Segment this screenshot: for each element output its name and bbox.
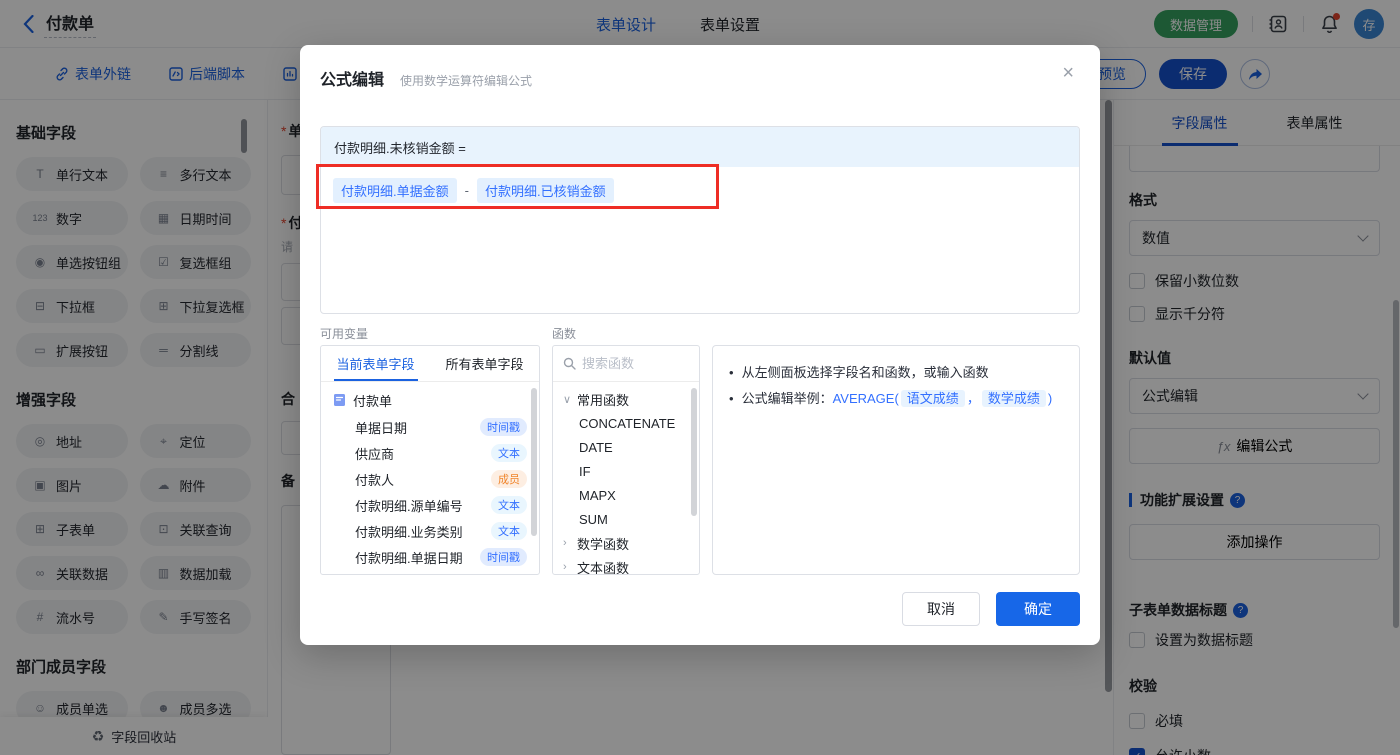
function-item-date[interactable]: DATE — [553, 435, 699, 459]
formula-target: 付款明细.未核销金额 = — [321, 127, 1079, 167]
variable-row[interactable]: 付款明细.业务类别 文本 — [321, 518, 539, 544]
help-panel: • 从左侧面板选择字段名和函数，或输入函数 • 公式编辑举例：AVERAGE(语… — [712, 345, 1080, 575]
chevron-down-icon: ∨ — [563, 393, 572, 406]
variable-name: 供应商 — [355, 446, 395, 462]
variables-label: 可用变量 — [320, 327, 369, 341]
variables-root-node[interactable]: 付款单 — [321, 386, 539, 414]
bullet-icon: • — [729, 365, 734, 380]
example-label: 公式编辑举例： — [741, 391, 833, 406]
modal-footer: 取消 确定 — [902, 592, 1080, 626]
help-tip-2: • 公式编辑举例：AVERAGE(语文成绩，数学成绩) — [729, 386, 1063, 412]
variable-row[interactable]: 付款人 成员 — [321, 466, 539, 492]
variables-panel: 当前表单字段 所有表单字段 付款单 单据日期 时间戳 供应商 文本 付款人 成员 付款… — [320, 345, 540, 575]
variable-row[interactable]: 单据日期 时间戳 — [321, 414, 539, 440]
function-item-mapx[interactable]: MAPX — [553, 483, 699, 507]
confirm-button[interactable]: 确定 — [996, 592, 1080, 626]
chevron-right-icon: › — [563, 561, 567, 573]
search-icon — [563, 357, 576, 370]
chevron-right-icon: › — [563, 537, 567, 549]
function-group-math[interactable]: › 数学函数 — [553, 531, 699, 555]
close-icon[interactable]: × — [1062, 63, 1074, 83]
function-item-concatenate[interactable]: CONCATENATE — [553, 411, 699, 435]
function-group-common[interactable]: ∨ 常用函数 — [553, 387, 699, 411]
root-node-label: 付款单 — [353, 393, 393, 409]
group-label: 数学函数 — [577, 536, 630, 552]
type-badge: 成员 — [491, 470, 527, 488]
tab-current-form-fields[interactable]: 当前表单字段 — [321, 346, 430, 381]
help-text: 从左侧面板选择字段名和函数，或输入函数 — [741, 365, 989, 380]
variables-tabs: 当前表单字段 所有表单字段 — [321, 346, 539, 382]
formula-field-chip[interactable]: 付款明细.单据金额 — [333, 178, 457, 203]
function-search — [553, 346, 699, 382]
group-label: 文本函数 — [577, 560, 630, 575]
formula-operator: - — [464, 183, 469, 198]
functions-label: 函数 — [552, 327, 577, 341]
variable-row[interactable]: 供应商 文本 — [321, 440, 539, 466]
functions-scrollbar-thumb[interactable] — [691, 388, 697, 516]
example-fn-open: AVERAGE( — [832, 391, 899, 406]
example-chip: 数学成绩 — [981, 390, 1046, 407]
app-window: 付款单 表单设计 表单设置 数据管理 存 表单外链 后端脚本 预览 保存 基础字… — [0, 0, 1400, 755]
variables-scrollbar-thumb[interactable] — [531, 388, 537, 536]
type-badge: 文本 — [491, 496, 527, 514]
example-chip: 语文成绩 — [900, 390, 965, 407]
help-example: 公式编辑举例：AVERAGE(语文成绩，数学成绩) — [741, 386, 1053, 412]
variable-name: 付款明细.源单编号 — [355, 498, 463, 514]
cancel-button[interactable]: 取消 — [902, 592, 980, 626]
modal-title: 公式编辑 — [320, 72, 385, 89]
variable-name: 单据日期 — [355, 420, 408, 436]
help-tip-1: • 从左侧面板选择字段名和函数，或输入函数 — [729, 360, 1063, 386]
function-group-text[interactable]: › 文本函数 — [553, 555, 699, 575]
formula-field-chip[interactable]: 付款明细.已核销金额 — [476, 178, 614, 203]
example-comma: ， — [966, 391, 980, 406]
formula-expression[interactable]: 付款明细.单据金额 - 付款明细.已核销金额 — [321, 167, 1079, 214]
tab-all-form-fields[interactable]: 所有表单字段 — [430, 346, 539, 381]
form-doc-icon — [334, 394, 345, 406]
modal-header: 公式编辑 使用数学运算符编辑公式 — [300, 45, 1100, 90]
variable-row[interactable]: 付款明细.源单编号 文本 — [321, 492, 539, 518]
modal-subtitle: 使用数学运算符编辑公式 — [400, 74, 533, 88]
functions-panel: ∨ 常用函数 CONCATENATE DATE IF MAPX SUM › 数学函数… — [552, 345, 700, 575]
function-item-if[interactable]: IF — [553, 459, 699, 483]
variable-name: 付款明细.业务类别 — [355, 524, 463, 540]
type-badge: 时间戳 — [480, 548, 527, 566]
function-item-sum[interactable]: SUM — [553, 507, 699, 531]
formula-edit-modal: 公式编辑 使用数学运算符编辑公式 × 付款明细.未核销金额 = 付款明细.单据金… — [300, 45, 1100, 645]
variable-name: 付款人 — [355, 472, 395, 488]
bullet-icon: • — [729, 391, 734, 406]
variable-name: 付款明细.单据日期 — [355, 550, 463, 566]
function-search-input[interactable] — [582, 356, 682, 371]
type-badge: 时间戳 — [480, 418, 527, 436]
example-fn-close: ) — [1047, 391, 1053, 406]
type-badge: 文本 — [491, 522, 527, 540]
group-label: 常用函数 — [577, 392, 630, 408]
variable-row[interactable]: 付款明细.单据日期 时间戳 — [321, 544, 539, 570]
type-badge: 文本 — [491, 444, 527, 462]
formula-editor[interactable]: 付款明细.未核销金额 = 付款明细.单据金额 - 付款明细.已核销金额 — [320, 126, 1080, 314]
